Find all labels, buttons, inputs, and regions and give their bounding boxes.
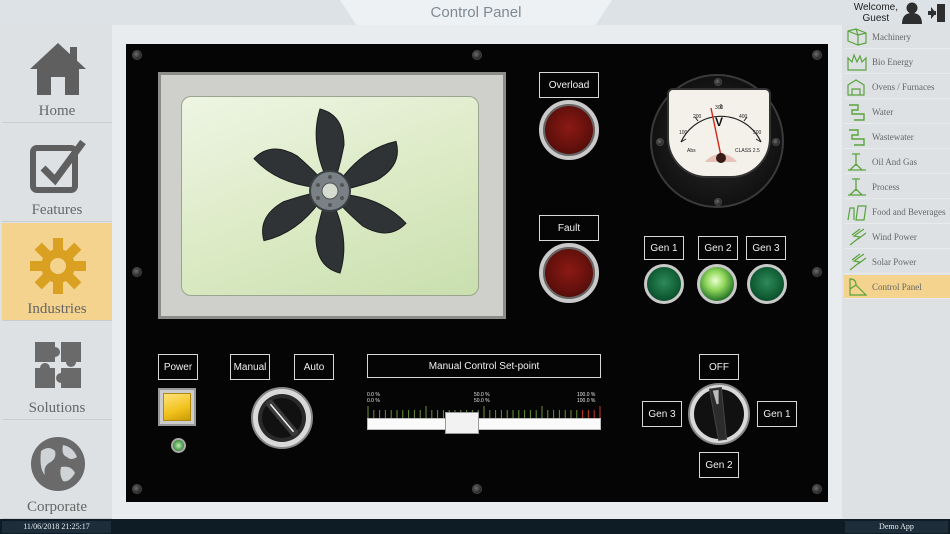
fan-monitor (158, 72, 506, 319)
setpoint-slider-handle[interactable] (445, 412, 479, 434)
gen3-label: Gen 3 (746, 236, 786, 260)
gauge-brand: Abs (687, 148, 696, 154)
status-bar: 11/06/2018 21:25:17 Demo App (0, 519, 950, 534)
gauge-label-300: 300 (715, 105, 724, 111)
screw (472, 50, 482, 60)
gauge-screw (714, 198, 722, 206)
fan-icon (253, 108, 407, 274)
process-icon (848, 177, 866, 196)
puzzle-icon (35, 342, 81, 388)
slider-max-label: 100.0 % 100.0 % (577, 392, 596, 404)
app-name: Demo App (845, 521, 948, 533)
user-area: Welcome, Guest (854, 0, 946, 25)
gen1-label: Gen 1 (644, 236, 684, 260)
selector-gen3-label: Gen 3 (642, 401, 682, 427)
water-icon (849, 103, 865, 121)
setpoint-label: Manual Control Set-point (367, 354, 601, 378)
gen2-label: Gen 2 (698, 236, 738, 260)
wastewater-icon (849, 128, 865, 146)
selector-off-label: OFF (699, 354, 739, 380)
home-icon (30, 43, 86, 95)
checkbox-icon (30, 139, 86, 193)
power-indicator (171, 438, 186, 453)
screw (812, 267, 822, 277)
control-panel-board: Overload Fault 100 200 300 400 500 V Abs… (126, 44, 828, 502)
screw (472, 484, 482, 494)
screw (132, 50, 142, 60)
manual-label: Manual (230, 354, 270, 380)
gauge-screw (714, 78, 722, 86)
mode-selector-knob[interactable] (250, 386, 314, 450)
gauge-face: 100 200 300 400 500 V Abs CLASS 2.5 (667, 88, 771, 178)
industry-wastewater[interactable]: Wastewater (844, 125, 950, 149)
gen2-lamp (697, 264, 737, 304)
gen1-lamp (644, 264, 684, 304)
screw (812, 50, 822, 60)
right-nav: Machinery Bio Energy Ovens / Furnaces Wa… (842, 25, 950, 519)
industry-bio-energy[interactable]: Bio Energy (844, 50, 950, 74)
page-title: Control Panel (430, 4, 522, 21)
industry-wind-power[interactable]: Wind Power (844, 225, 950, 249)
industry-food-beverages[interactable]: Food and Beverages (844, 200, 950, 224)
datetime: 11/06/2018 21:25:17 (2, 521, 111, 533)
oven-icon (847, 78, 865, 96)
fault-label: Fault (539, 215, 599, 241)
gauge-label-500: 500 (753, 130, 762, 136)
bio-energy-icon (847, 52, 867, 71)
gauge-screw (772, 138, 780, 146)
globe-icon (31, 437, 85, 491)
wind-power-icon (849, 228, 867, 245)
gauge-screw (656, 138, 664, 146)
fault-lamp (539, 243, 599, 303)
oil-gas-icon (848, 152, 866, 171)
auto-label: Auto (294, 354, 334, 380)
left-nav: Home Features Industries Solutions Corpo… (0, 25, 112, 519)
control-panel-icon (849, 277, 868, 296)
welcome-text: Welcome, Guest (853, 1, 898, 24)
logout-icon[interactable] (926, 3, 946, 23)
industry-solar-power[interactable]: Solar Power (844, 250, 950, 274)
app-header: Control Panel Welcome, Guest (0, 0, 950, 25)
nav-solutions[interactable]: Solutions (2, 322, 112, 420)
nav-corporate[interactable]: Corporate (2, 421, 112, 519)
food-beverages-icon (847, 204, 867, 221)
monitor-screen (181, 96, 479, 296)
industry-ovens[interactable]: Ovens / Furnaces (844, 75, 950, 99)
nav-home[interactable]: Home (2, 25, 112, 123)
user-icon[interactable] (902, 2, 922, 24)
generator-selector-knob[interactable] (687, 382, 751, 446)
selector-gen1-label: Gen 1 (757, 401, 797, 427)
solar-power-icon (849, 253, 867, 270)
selector-gen2-label: Gen 2 (699, 452, 739, 478)
machinery-icon (847, 27, 867, 46)
power-button[interactable] (158, 388, 196, 426)
gear-icon (30, 238, 86, 294)
industry-oil-gas[interactable]: Oil And Gas (844, 150, 950, 174)
setpoint-slider-track[interactable] (367, 418, 601, 430)
screw (812, 484, 822, 494)
voltmeter-gauge: 100 200 300 400 500 V Abs CLASS 2.5 (650, 74, 784, 208)
industry-water[interactable]: Water (844, 100, 950, 124)
industry-machinery[interactable]: Machinery (844, 25, 950, 49)
nav-industries[interactable]: Industries (2, 223, 112, 321)
gauge-unit: V (714, 115, 723, 129)
gauge-class: CLASS 2.5 (735, 148, 760, 154)
industry-control-panel[interactable]: Control Panel (844, 275, 950, 299)
overload-label: Overload (539, 72, 599, 98)
power-label: Power (158, 354, 198, 380)
nav-features[interactable]: Features (2, 124, 112, 222)
gen3-lamp (747, 264, 787, 304)
slider-min-label: 0.0 % 0.0 % (367, 392, 380, 404)
screw (132, 267, 142, 277)
screw (132, 484, 142, 494)
overload-lamp (539, 100, 599, 160)
slider-mid-label: 50.0 % 50.0 % (474, 392, 490, 404)
industry-process[interactable]: Process (844, 175, 950, 199)
slider-scale (367, 406, 601, 418)
gauge-label-100: 100 (679, 130, 688, 136)
